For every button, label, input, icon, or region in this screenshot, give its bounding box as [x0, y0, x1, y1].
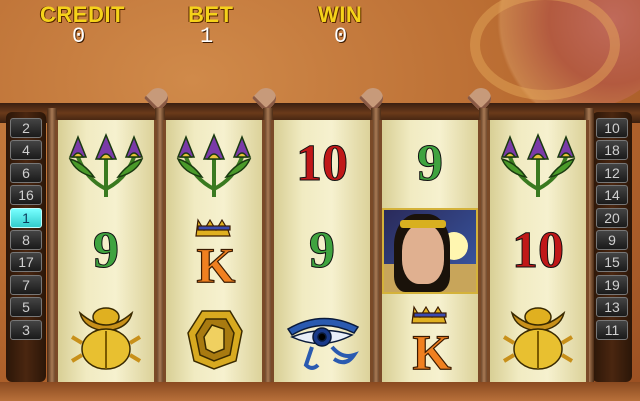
credit-value: 0 [72, 24, 86, 49]
payline-button-14[interactable]: 14 [596, 185, 628, 206]
number-9-symbol: 9 [93, 221, 120, 279]
king-k-icon: K [382, 294, 478, 381]
number-10-symbol: 10 [512, 221, 565, 279]
svg-text:K: K [197, 237, 236, 286]
cleopatra-icon [382, 207, 478, 294]
payline-button-10[interactable]: 10 [596, 118, 628, 138]
score-header: CREDIT 0 BET 1 WIN 0 [0, 0, 640, 52]
payline-button-12[interactable]: 12 [596, 162, 628, 183]
payline-button-8[interactable]: 8 [10, 229, 42, 250]
king-k-icon: K [166, 207, 262, 294]
reel-symbol-number: 9 [382, 120, 478, 207]
number-9-symbol: 9 [417, 134, 444, 192]
payline-button-3[interactable]: 3 [10, 319, 42, 340]
payline-button-7[interactable]: 7 [10, 274, 42, 295]
gold-ring-icon [166, 294, 262, 381]
payline-button-20[interactable]: 20 [596, 207, 628, 228]
scarab-beetle-icon [58, 294, 154, 381]
reel-2: K [163, 120, 265, 382]
reel-3: 10 9 [271, 120, 373, 382]
number-9-symbol: 9 [309, 221, 336, 279]
scarab-beetle-icon [490, 294, 586, 381]
payline-button-11[interactable]: 11 [596, 319, 628, 340]
bet-value: 1 [200, 24, 214, 49]
eye-of-horus-icon [274, 294, 370, 381]
reel-symbol-number: 10 [490, 207, 586, 294]
reel-symbol-number: 9 [58, 207, 154, 294]
reel-symbol-number: 10 [274, 120, 370, 207]
svg-text:K: K [413, 324, 452, 373]
payline-button-2[interactable]: 2 [10, 118, 42, 138]
reel-4: 9K [379, 120, 481, 382]
payline-button-9[interactable]: 9 [596, 229, 628, 250]
payline-button-5[interactable]: 5 [10, 297, 42, 318]
payline-button-18[interactable]: 18 [596, 140, 628, 161]
payline-button-17[interactable]: 17 [10, 252, 42, 273]
lotus-flower-icon [166, 120, 262, 207]
cleopatra-icon [382, 207, 478, 294]
payline-button-6[interactable]: 6 [10, 162, 42, 183]
payline-button-15[interactable]: 15 [596, 252, 628, 273]
lotus-flower-icon [58, 120, 154, 207]
lotus-flower-icon [490, 120, 586, 207]
payline-button-4[interactable]: 4 [10, 140, 42, 161]
win-value: 0 [334, 24, 348, 49]
number-10-symbol: 10 [296, 134, 349, 192]
reel-symbol-number: 9 [274, 207, 370, 294]
right-line-panel: 10 18 12 14 20 9 15 19 13 11 [592, 112, 632, 382]
left-line-panel: 2 4 6 16 1 8 17 7 5 3 [6, 112, 46, 382]
reel-1: 9 [55, 120, 157, 382]
payline-button-19[interactable]: 19 [596, 274, 628, 295]
payline-button-1[interactable]: 1 [10, 207, 42, 228]
reel-frame-bottom [0, 382, 640, 401]
reel-5: 10 [487, 120, 589, 382]
payline-button-13[interactable]: 13 [596, 297, 628, 318]
payline-button-16[interactable]: 16 [10, 185, 42, 206]
